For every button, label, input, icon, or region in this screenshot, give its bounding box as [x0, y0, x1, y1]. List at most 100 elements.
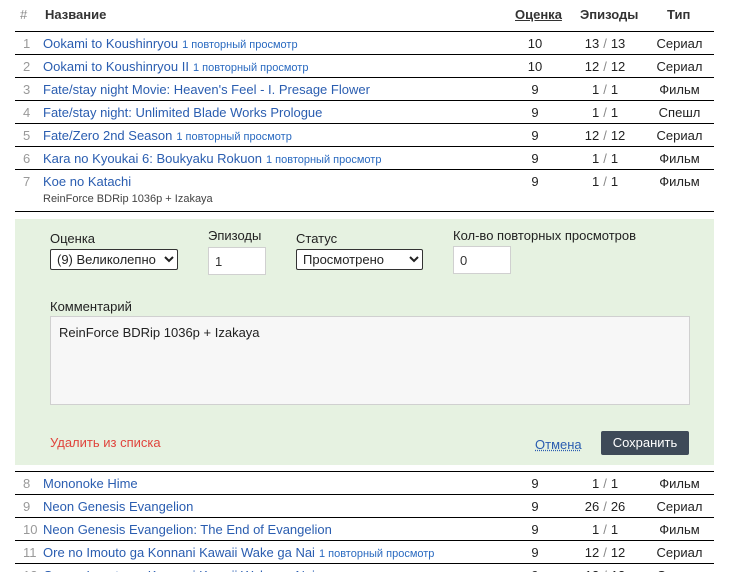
row-number-text: 10 [23, 521, 38, 537]
score-cell: 9 [505, 517, 565, 541]
episodes-watched: 12 [584, 58, 600, 74]
title-cell: Ore no Imouto ga Konnani Kawaii Wake ga … [43, 563, 505, 572]
episodes-total: 12 [610, 544, 626, 560]
score-value: 9 [531, 104, 539, 120]
row-number-text: 1 [23, 35, 31, 51]
anime-title-link[interactable]: Ore no Imouto ga Konnani Kawaii Wake ga … [43, 568, 315, 572]
anime-title-link[interactable]: Neon Genesis Evangelion: The End of Evan… [43, 522, 332, 537]
episodes-total: 1 [610, 475, 619, 491]
episodes-total: 13 [610, 35, 626, 51]
header-name: Название [45, 7, 107, 22]
episodes-cell: 1/1 [565, 146, 645, 170]
cancel-link[interactable]: Отмена [535, 437, 582, 452]
table-row[interactable]: 10 Neon Genesis Evangelion: The End of Ev… [15, 517, 714, 541]
row-number: 11 [15, 540, 43, 564]
anime-title-link[interactable]: Ookami to Koushinryou II [43, 59, 189, 74]
row-number-text: 6 [23, 150, 31, 166]
row-comment: ReinForce BDRip 1036p + Izakaya [43, 193, 213, 205]
title-cell: Ookami to Koushinryou II 1 повторный прос… [43, 54, 505, 78]
episodes-separator: / [603, 58, 607, 74]
table-row[interactable]: 2 Ookami to Koushinryou II 1 повторный про… [15, 54, 714, 78]
episodes-separator: / [603, 498, 607, 514]
score-value: 9 [531, 81, 539, 97]
episodes-total: 12 [610, 127, 626, 143]
header-episodes: Эпизоды [580, 7, 639, 22]
score-cell: 9 [505, 123, 565, 147]
table-row[interactable]: 9 Neon Genesis Evangelion 9 26/26 Сериал [15, 494, 714, 518]
header-score-sort[interactable]: Оценка [515, 7, 562, 22]
score-select[interactable]: (9) Великолепно [50, 249, 178, 270]
row-number: 5 [15, 123, 43, 147]
status-select[interactable]: Просмотрено [296, 249, 423, 270]
row-number: 9 [15, 494, 43, 518]
table-row[interactable]: 11 Ore no Imouto ga Konnani Kawaii Wake g… [15, 540, 714, 564]
type-value: Сериал [656, 544, 703, 560]
score-value: 9 [531, 498, 539, 514]
rewatch-badge: 1 повторный просмотр [192, 61, 309, 74]
anime-title-link[interactable]: Neon Genesis Evangelion [43, 499, 193, 514]
anime-title-link[interactable]: Ore no Imouto ga Konnani Kawaii Wake ga … [43, 545, 315, 560]
score-cell: 9 [505, 471, 565, 495]
status-label: Статус [296, 231, 338, 246]
anime-title-link[interactable]: Fate/stay night Movie: Heaven's Feel - I… [43, 82, 370, 97]
title-cell: Fate/stay night Movie: Heaven's Feel - I… [43, 77, 505, 101]
type-value: Сериал [656, 58, 703, 74]
episodes-watched: 1 [591, 81, 600, 97]
score-cell: 9 [505, 540, 565, 564]
table-row[interactable]: 1 Ookami to Koushinryou 1 повторный просмо… [15, 31, 714, 55]
anime-title-link[interactable]: Fate/stay night: Unlimited Blade Works P… [43, 105, 322, 120]
row-number-text: 3 [23, 81, 31, 97]
type-value: Фильм [659, 81, 700, 97]
episodes-cell: 12/12 [565, 540, 645, 564]
table-row[interactable]: 8 Mononoke Hime 9 1/1 Фильм [15, 471, 714, 495]
type-cell: Фильм [645, 471, 714, 495]
episodes-cell: 1/1 [565, 169, 645, 212]
episodes-separator: / [603, 35, 607, 51]
episodes-separator: / [603, 568, 607, 572]
row-number-text: 9 [23, 498, 31, 514]
anime-title-link[interactable]: Kara no Kyoukai 6: Boukyaku Rokuon [43, 151, 262, 166]
episodes-separator: / [603, 150, 607, 166]
table-row[interactable]: 5 Fate/Zero 2nd Season 1 повторный просмот… [15, 123, 714, 147]
delete-from-list-link[interactable]: Удалить из списка [50, 435, 161, 450]
table-row[interactable]: 12 Ore no Imouto ga Konnani Kawaii Wake g… [15, 563, 714, 572]
anime-title-link[interactable]: Mononoke Hime [43, 476, 138, 491]
rewatch-count-input[interactable]: 0 [453, 246, 511, 274]
row-number: 6 [15, 146, 43, 170]
type-value: Фильм [659, 150, 700, 166]
title-cell: Fate/Zero 2nd Season 1 повторный просмотр [43, 123, 505, 147]
table-row[interactable]: 4 Fate/stay night: Unlimited Blade Works … [15, 100, 714, 124]
row-number: 8 [15, 471, 43, 495]
row-number-text: 12 [23, 568, 37, 572]
title-cell: Kara no Kyoukai 6: Boukyaku Rokuon 1 повт… [43, 146, 505, 170]
rewatch-badge: 1 повторный просмотр [182, 38, 298, 51]
table-row[interactable]: 6 Kara no Kyoukai 6: Boukyaku Rokuon 1 пов… [15, 146, 714, 170]
episodes-total: 26 [610, 498, 626, 514]
episodes-cell: 1/1 [565, 77, 645, 101]
table-row[interactable]: 3 Fate/stay night Movie: Heaven's Feel - … [15, 77, 714, 101]
save-button[interactable]: Сохранить [601, 431, 689, 455]
comment-label: Комментарий [50, 299, 132, 314]
episodes-separator: / [603, 104, 607, 120]
comment-textarea[interactable]: ReinForce BDRip 1036p + Izakaya [50, 316, 690, 405]
episodes-separator: / [603, 81, 607, 97]
type-cell: Сериал [645, 31, 714, 55]
title-cell: Neon Genesis Evangelion [43, 494, 505, 518]
score-value: 9 [531, 544, 539, 560]
anime-title-link[interactable]: Koe no Katachi [43, 174, 131, 189]
anime-title-link[interactable]: Fate/Zero 2nd Season [43, 128, 172, 143]
episodes-watched: 1 [591, 521, 600, 537]
episodes-cell: 12/12 [565, 54, 645, 78]
score-cell: 9 [505, 146, 565, 170]
anime-title-link[interactable]: Ookami to Koushinryou [43, 36, 178, 51]
edit-entry-panel: Оценка (9) Великолепно Эпизоды 1 Статус … [15, 219, 714, 465]
episodes-cell: 13 / 13 [565, 563, 645, 572]
type-value: Фильм [659, 475, 700, 491]
score-value: 9 [531, 568, 538, 572]
episodes-separator: / [603, 475, 607, 491]
episodes-label: Эпизоды [208, 228, 262, 243]
score-value: 9 [531, 127, 539, 143]
table-row[interactable]: 7 Koe no Katachi ReinForce BDRip 1036p + I… [15, 169, 714, 212]
episodes-input[interactable]: 1 [208, 247, 266, 275]
row-number: 1 [15, 31, 43, 55]
